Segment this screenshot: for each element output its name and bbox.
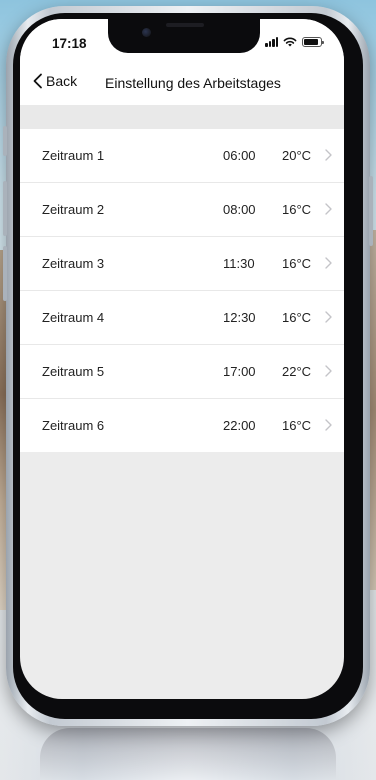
chevron-right-icon: [325, 149, 332, 161]
notch: [108, 19, 260, 53]
chevron-right-icon: [325, 203, 332, 215]
back-button[interactable]: Back: [32, 73, 77, 89]
status-bar: 17:18: [20, 19, 344, 63]
battery-icon: [302, 36, 324, 47]
power-button: [369, 176, 373, 246]
period-time: 12:30: [223, 310, 256, 325]
period-temperature: 16°C: [282, 202, 312, 217]
period-time: 06:00: [223, 148, 256, 163]
earpiece-speaker: [166, 23, 204, 27]
chevron-right-icon: [325, 311, 332, 323]
list-item-period-2[interactable]: Zeitraum 2 08:00 16°C: [20, 183, 344, 237]
period-label: Zeitraum 4: [42, 310, 105, 325]
front-camera: [142, 28, 151, 37]
mute-switch: [3, 126, 7, 156]
signal-icon: [265, 36, 278, 47]
chevron-left-icon: [33, 73, 42, 89]
page-title: Einstellung des Arbeitstages: [105, 75, 281, 91]
chevron-right-icon: [325, 365, 332, 377]
volume-down-button: [3, 246, 7, 301]
period-temperature: 16°C: [282, 256, 312, 271]
period-label: Zeitraum 6: [42, 418, 105, 433]
volume-up-button: [3, 181, 7, 236]
list-item-period-4[interactable]: Zeitraum 4 12:30 16°C: [20, 291, 344, 345]
list-item-period-3[interactable]: Zeitraum 3 11:30 16°C: [20, 237, 344, 291]
period-label: Zeitraum 2: [42, 202, 105, 217]
period-temperature: 16°C: [282, 418, 312, 433]
wifi-icon: [283, 37, 297, 47]
section-spacer: [20, 105, 344, 129]
chevron-right-icon: [325, 257, 332, 269]
phone-frame: 17:18 Back Einstellung des Arbeitstages …: [3, 6, 373, 726]
period-time: 11:30: [223, 256, 255, 271]
status-time: 17:18: [52, 36, 87, 51]
period-time: 08:00: [223, 202, 256, 217]
back-label: Back: [46, 73, 78, 89]
period-temperature: 16°C: [282, 310, 312, 325]
period-time: 22:00: [223, 418, 256, 433]
period-time: 17:00: [223, 364, 256, 379]
list-item-period-1[interactable]: Zeitraum 1 06:00 20°C: [20, 129, 344, 183]
period-list: Zeitraum 1 06:00 20°C Zeitraum 2 08:00 1…: [20, 129, 344, 452]
period-label: Zeitraum 5: [42, 364, 105, 379]
chevron-right-icon: [325, 419, 332, 431]
period-label: Zeitraum 1: [42, 148, 105, 163]
phone-reflection: [40, 728, 336, 780]
period-temperature: 22°C: [282, 364, 312, 379]
list-item-period-6[interactable]: Zeitraum 6 22:00 16°C: [20, 399, 344, 452]
period-label: Zeitraum 3: [42, 256, 105, 271]
app-screen: 17:18 Back Einstellung des Arbeitstages …: [20, 19, 344, 699]
period-temperature: 20°C: [282, 148, 312, 163]
navigation-bar: Back Einstellung des Arbeitstages: [20, 63, 344, 105]
status-icons: [265, 36, 324, 47]
list-item-period-5[interactable]: Zeitraum 5 17:00 22°C: [20, 345, 344, 399]
